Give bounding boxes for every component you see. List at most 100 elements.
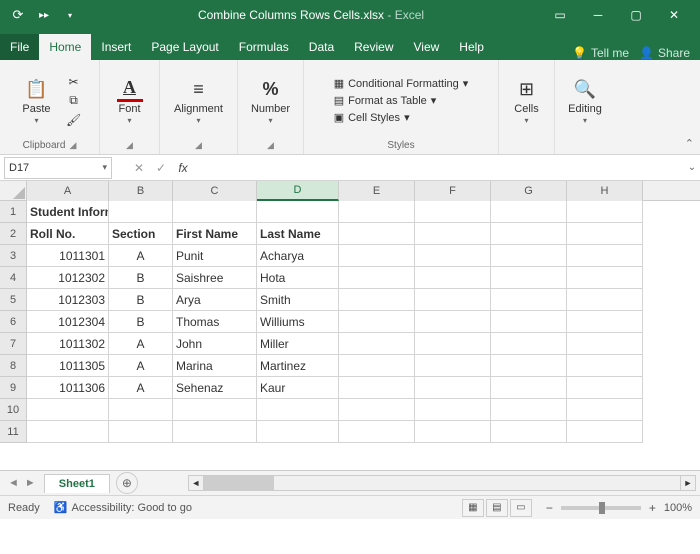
row-header-1[interactable]: 1 <box>0 201 27 223</box>
cell-B7[interactable]: A <box>109 333 173 355</box>
tab-view[interactable]: View <box>404 34 450 60</box>
cell-B2[interactable]: Section <box>109 223 173 245</box>
zoom-in-button[interactable]: + <box>645 501 660 515</box>
cell-H2[interactable] <box>567 223 643 245</box>
zoom-out-button[interactable]: − <box>542 501 557 515</box>
row-header-9[interactable]: 9 <box>0 377 27 399</box>
cell-B11[interactable] <box>109 421 173 443</box>
cell-D4[interactable]: Hota <box>257 267 339 289</box>
cell-G3[interactable] <box>491 245 567 267</box>
cell-E9[interactable] <box>339 377 415 399</box>
enter-formula-icon[interactable]: ✓ <box>150 158 172 178</box>
cell-H1[interactable] <box>567 201 643 223</box>
row-header-10[interactable]: 10 <box>0 399 27 421</box>
cell-A2[interactable]: Roll No. <box>27 223 109 245</box>
tab-page-layout[interactable]: Page Layout <box>141 34 228 60</box>
tab-data[interactable]: Data <box>299 34 344 60</box>
cell-D7[interactable]: Miller <box>257 333 339 355</box>
cell-B5[interactable]: B <box>109 289 173 311</box>
tell-me[interactable]: 💡Tell me <box>572 46 629 60</box>
number-button[interactable]: % Number ▾ <box>245 74 296 127</box>
cell-B6[interactable]: B <box>109 311 173 333</box>
cell-F8[interactable] <box>415 355 491 377</box>
cell-A8[interactable]: 1011305 <box>27 355 109 377</box>
font-launcher-icon[interactable]: ◢ <box>126 140 133 151</box>
cancel-formula-icon[interactable]: ✕ <box>128 158 150 178</box>
column-header-A[interactable]: A <box>27 181 109 201</box>
cell-A10[interactable] <box>27 399 109 421</box>
cell-D11[interactable] <box>257 421 339 443</box>
cell-C9[interactable]: Sehenaz <box>173 377 257 399</box>
row-header-7[interactable]: 7 <box>0 333 27 355</box>
cell-A6[interactable]: 1012304 <box>27 311 109 333</box>
cell-F4[interactable] <box>415 267 491 289</box>
zoom-slider[interactable] <box>561 506 641 510</box>
share-button[interactable]: 👤Share <box>639 46 690 60</box>
scroll-right-icon[interactable]: ► <box>680 475 696 491</box>
normal-view-icon[interactable]: ▦ <box>462 499 484 517</box>
scroll-thumb[interactable] <box>204 476 274 490</box>
conditional-formatting-button[interactable]: ▦Conditional Formatting ▾ <box>332 76 471 91</box>
alignment-button[interactable]: ≡ Alignment ▾ <box>168 74 229 127</box>
cell-B8[interactable]: A <box>109 355 173 377</box>
cell-G11[interactable] <box>491 421 567 443</box>
cell-D5[interactable]: Smith <box>257 289 339 311</box>
cell-D3[interactable]: Acharya <box>257 245 339 267</box>
fx-icon[interactable]: fx <box>172 158 194 178</box>
format-painter-icon[interactable]: 🖌 <box>65 112 83 128</box>
row-header-6[interactable]: 6 <box>0 311 27 333</box>
name-box[interactable]: D17 ▾ <box>4 157 112 179</box>
cell-G4[interactable] <box>491 267 567 289</box>
cell-G6[interactable] <box>491 311 567 333</box>
cell-E3[interactable] <box>339 245 415 267</box>
cell-F11[interactable] <box>415 421 491 443</box>
cell-F9[interactable] <box>415 377 491 399</box>
cell-G1[interactable] <box>491 201 567 223</box>
cell-H9[interactable] <box>567 377 643 399</box>
column-header-C[interactable]: C <box>173 181 257 201</box>
cell-C5[interactable]: Arya <box>173 289 257 311</box>
sheet-next-icon[interactable]: ► <box>23 477 38 489</box>
row-header-3[interactable]: 3 <box>0 245 27 267</box>
column-header-H[interactable]: H <box>567 181 643 201</box>
cell-C1[interactable] <box>173 201 257 223</box>
column-header-G[interactable]: G <box>491 181 567 201</box>
cell-C11[interactable] <box>173 421 257 443</box>
clipboard-launcher-icon[interactable]: ◢ <box>69 140 76 151</box>
cell-F6[interactable] <box>415 311 491 333</box>
column-header-D[interactable]: D <box>257 181 339 201</box>
maximize-icon[interactable]: ▢ <box>618 1 654 29</box>
chevron-down-icon[interactable]: ▾ <box>102 162 107 173</box>
cell-E1[interactable] <box>339 201 415 223</box>
scroll-track[interactable] <box>204 475 680 491</box>
scroll-left-icon[interactable]: ◄ <box>188 475 204 491</box>
autosave-icon[interactable]: ⟳ <box>8 5 28 25</box>
cell-B9[interactable]: A <box>109 377 173 399</box>
row-header-2[interactable]: 2 <box>0 223 27 245</box>
tab-home[interactable]: Home <box>39 34 91 60</box>
cell-E5[interactable] <box>339 289 415 311</box>
cell-D10[interactable] <box>257 399 339 421</box>
cell-A3[interactable]: 1011301 <box>27 245 109 267</box>
cell-D8[interactable]: Martinez <box>257 355 339 377</box>
row-header-11[interactable]: 11 <box>0 421 27 443</box>
cell-F1[interactable] <box>415 201 491 223</box>
cell-C7[interactable]: John <box>173 333 257 355</box>
editing-button[interactable]: 🔍 Editing ▾ <box>562 74 608 127</box>
expand-formula-bar-icon[interactable]: ⌄ <box>684 162 700 173</box>
cell-D2[interactable]: Last Name <box>257 223 339 245</box>
new-sheet-button[interactable]: ⊕ <box>116 472 138 494</box>
tab-insert[interactable]: Insert <box>91 34 141 60</box>
ribbon-options-icon[interactable]: ▭ <box>542 1 578 29</box>
row-header-5[interactable]: 5 <box>0 289 27 311</box>
cell-E10[interactable] <box>339 399 415 421</box>
cell-H5[interactable] <box>567 289 643 311</box>
cell-C2[interactable]: First Name <box>173 223 257 245</box>
row-header-4[interactable]: 4 <box>0 267 27 289</box>
cell-E6[interactable] <box>339 311 415 333</box>
collapse-ribbon-icon[interactable]: ⌃ <box>685 137 694 150</box>
cell-A11[interactable] <box>27 421 109 443</box>
cell-C6[interactable]: Thomas <box>173 311 257 333</box>
cell-F3[interactable] <box>415 245 491 267</box>
minimize-icon[interactable]: ─ <box>580 1 616 29</box>
